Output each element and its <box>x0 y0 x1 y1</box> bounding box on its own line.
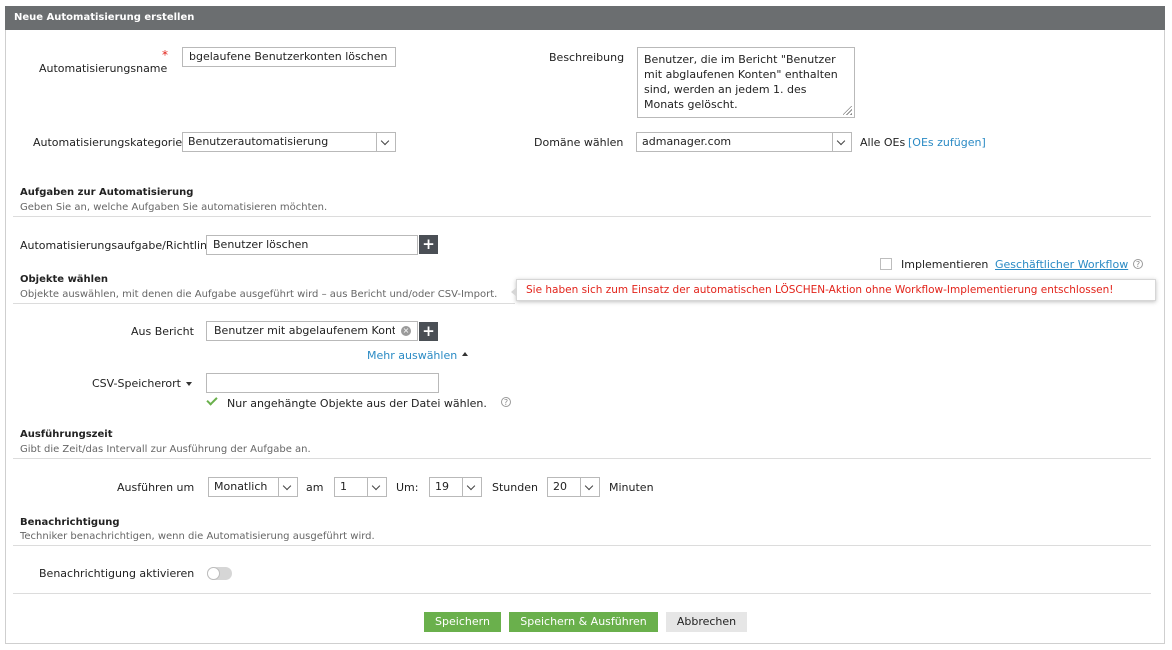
hours-label: Stunden <box>492 481 538 494</box>
hour-value: 19 <box>435 480 449 493</box>
section-divider <box>13 545 1151 546</box>
section-divider <box>13 593 1151 594</box>
minute-value: 20 <box>553 480 567 493</box>
chevron-down-icon <box>580 478 599 496</box>
report-selection-value: Benutzer mit abgelaufenem Konto <box>214 324 395 337</box>
at-label: Um: <box>396 481 419 494</box>
hour-select[interactable]: 19 <box>429 477 482 497</box>
schedule-section-title: Ausführungszeit <box>20 429 113 440</box>
objects-section-subtitle: Objekte auswählen, mit denen die Aufgabe… <box>20 289 498 300</box>
description-text: Benutzer, die im Bericht "Benutzer mit a… <box>644 53 838 111</box>
save-and-run-button[interactable]: Speichern & Ausführen <box>509 612 658 632</box>
tasks-section-subtitle: Geben Sie an, welche Aufgaben Sie automa… <box>20 202 328 213</box>
help-icon[interactable]: ? <box>1133 259 1143 269</box>
only-attached-label: Nur angehängte Objekte aus der Datei wäh… <box>227 397 487 410</box>
all-ou-label: Alle OEs <box>860 136 906 149</box>
csv-location-input[interactable] <box>206 373 439 393</box>
caret-up-icon <box>462 352 468 356</box>
description-label: Beschreibung <box>549 51 625 64</box>
add-ou-link[interactable]: [OEs zufügen] <box>908 136 986 149</box>
only-attached-checkbox[interactable] <box>206 395 218 407</box>
save-button[interactable]: Speichern <box>424 612 501 632</box>
section-divider <box>13 303 515 304</box>
chevron-down-icon <box>832 133 851 151</box>
domain-label: Domäne wählen <box>534 136 624 149</box>
chevron-down-icon <box>278 478 297 496</box>
implement-label: Implementieren <box>901 258 989 271</box>
delete-warning-tooltip: Sie haben sich zum Einsatz der automatis… <box>511 279 1156 301</box>
resize-grip-icon[interactable] <box>843 106 852 115</box>
from-report-label: Aus Bericht <box>131 325 194 338</box>
day-value: 1 <box>340 480 347 493</box>
tasks-section-title: Aufgaben zur Automatisierung <box>20 187 194 198</box>
frequency-value: Monatlich <box>214 480 268 493</box>
notification-section-title: Benachrichtigung <box>20 517 120 528</box>
caret-down-icon[interactable] <box>186 382 192 386</box>
objects-section-title: Objekte wählen <box>20 274 108 285</box>
report-selection-tag[interactable]: Benutzer mit abgelaufenem Konto × <box>206 321 418 341</box>
cancel-button[interactable]: Abbrechen <box>666 612 747 632</box>
chevron-down-icon <box>462 478 481 496</box>
section-divider <box>13 216 1151 217</box>
minute-select[interactable]: 20 <box>547 477 600 497</box>
automation-task-label: Automatisierungsaufgabe/Richtlinie <box>20 239 206 252</box>
help-icon[interactable]: ? <box>501 397 511 407</box>
schedule-section-subtitle: Gibt die Zeit/das Intervall zur Ausführu… <box>20 444 311 455</box>
notification-section-subtitle: Techniker benachrichtigen, wenn die Auto… <box>20 531 375 542</box>
automation-category-label: Automatisierungskategorie <box>33 136 183 149</box>
frequency-select[interactable]: Monatlich <box>208 477 298 497</box>
automation-category-select[interactable]: Benutzerautomatisierung <box>182 132 396 152</box>
chevron-down-icon <box>376 133 395 151</box>
minutes-label: Minuten <box>609 481 654 494</box>
run-at-label: Ausführen um <box>117 481 195 494</box>
toggle-knob <box>207 567 220 580</box>
add-task-button[interactable]: + <box>419 235 438 254</box>
automation-task-input[interactable]: Benutzer löschen <box>206 235 418 255</box>
chevron-down-icon <box>367 478 386 496</box>
description-textarea[interactable]: Benutzer, die im Bericht "Benutzer mit a… <box>637 47 855 118</box>
dialog-title: Neue Automatisierung erstellen <box>5 6 1165 30</box>
automation-category-value: Benutzerautomatisierung <box>188 135 329 148</box>
csv-location-label[interactable]: CSV-Speicherort <box>92 377 181 390</box>
enable-notification-label: Benachrichtigung aktivieren <box>39 567 195 580</box>
section-divider <box>13 458 1151 459</box>
on-day-label: am <box>306 481 324 494</box>
select-more-link[interactable]: Mehr auswählen <box>367 349 457 362</box>
required-marker: * <box>162 48 168 62</box>
business-workflow-link[interactable]: Geschäftlicher Workflow <box>995 258 1128 271</box>
implement-workflow-checkbox[interactable] <box>880 258 892 270</box>
enable-notification-toggle[interactable] <box>207 567 232 580</box>
automation-name-input[interactable]: bgelaufene Benutzerkonten löschen <box>182 47 396 67</box>
automation-name-label: Automatisierungsname <box>39 62 168 75</box>
day-select[interactable]: 1 <box>334 477 387 497</box>
domain-value: admanager.com <box>642 135 732 148</box>
add-report-button[interactable]: + <box>419 322 438 341</box>
domain-select[interactable]: admanager.com <box>636 132 852 152</box>
remove-icon[interactable]: × <box>401 326 411 336</box>
